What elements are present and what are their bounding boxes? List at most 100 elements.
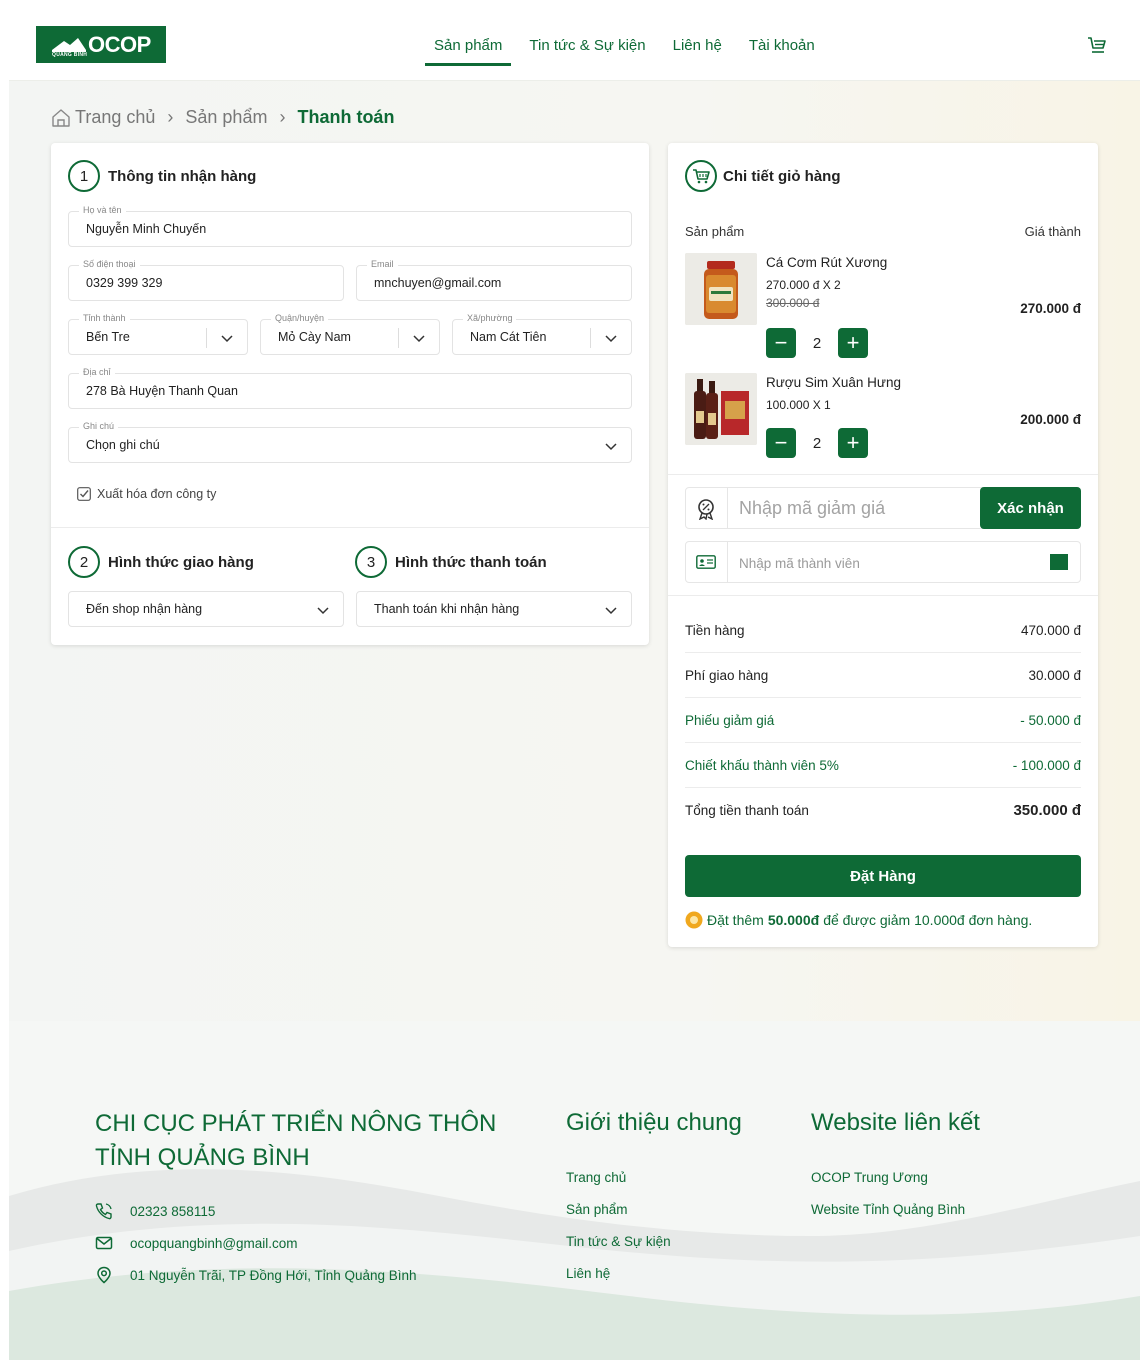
footer-intro-title: Giới thiệu chung bbox=[566, 1109, 742, 1136]
product-image-wine[interactable] bbox=[685, 373, 757, 445]
summary-label: Phiếu giảm giá bbox=[685, 712, 775, 728]
site-header: OCOP QUẢNG BÌNH Sản phẩm Tin tức & Sự ki… bbox=[9, 9, 1140, 81]
phone-field[interactable]: Số điện thoại 0329 399 329 bbox=[68, 259, 344, 301]
cart-icon[interactable] bbox=[1087, 35, 1107, 55]
phone-text: 02323 858115 bbox=[130, 1203, 216, 1219]
home-icon[interactable] bbox=[51, 108, 71, 128]
section-title: Hình thức giao hàng bbox=[108, 553, 254, 571]
logo-subtext: QUẢNG BÌNH bbox=[52, 52, 88, 58]
email-text: ocopquangbinh@gmail.com bbox=[130, 1235, 298, 1251]
field-value: Chọn ghi chú bbox=[86, 438, 160, 452]
coupon-input[interactable] bbox=[739, 496, 969, 520]
address-text: 01 Nguyễn Trãi, TP Đồng Hới, Tỉnh Quảng … bbox=[130, 1267, 417, 1283]
product-image-fish[interactable] bbox=[685, 253, 757, 325]
delivery-select[interactable]: Đến shop nhận hàng bbox=[68, 591, 344, 627]
input-divider bbox=[727, 542, 728, 582]
nav-san-pham[interactable]: Sản phẩm bbox=[425, 31, 512, 66]
quantity-stepper: − 2 + bbox=[766, 328, 868, 358]
field-label: Ghi chú bbox=[79, 421, 119, 431]
chevron-right-icon: › bbox=[279, 107, 286, 127]
step-number: 2 bbox=[68, 546, 100, 578]
product-line-total: 270.000 đ bbox=[1020, 301, 1081, 316]
checkbox-checked-icon[interactable] bbox=[77, 487, 91, 501]
footer-address: 01 Nguyễn Trãi, TP Đồng Hới, Tỉnh Quảng … bbox=[95, 1266, 417, 1284]
decrease-button[interactable]: − bbox=[766, 328, 796, 358]
field-label: Số điện thoại bbox=[79, 259, 140, 269]
nav-tin-tuc[interactable]: Tin tức & Sự kiện bbox=[520, 31, 654, 66]
footer-link-contact[interactable]: Liên hệ bbox=[566, 1266, 610, 1281]
place-order-button[interactable]: Đặt Hàng bbox=[685, 855, 1081, 897]
payment-select[interactable]: Thanh toán khi nhận hàng bbox=[356, 591, 632, 627]
chevron-down-icon bbox=[413, 335, 425, 343]
col-price: Giá thành bbox=[1024, 224, 1081, 239]
breadcrumb-current: Thanh toán bbox=[297, 107, 395, 127]
field-label: Quận/huyện bbox=[271, 313, 329, 323]
email-field[interactable]: Email mnchuyen@gmail.com bbox=[356, 259, 632, 301]
summary-value: 30.000 đ bbox=[1028, 667, 1081, 683]
org-line-1: CHI CỤC PHÁT TRIỂN NÔNG THÔN bbox=[95, 1110, 497, 1137]
nav-lien-he[interactable]: Liên hệ bbox=[664, 31, 731, 66]
main-nav: Sản phẩm Tin tức & Sự kiện Liên hệ Tài k… bbox=[425, 31, 833, 66]
summary-row-member-discount: Chiết khấu thành viên 5% - 100.000 đ bbox=[685, 743, 1081, 788]
field-value: Nguyễn Minh Chuyến bbox=[86, 222, 207, 236]
footer-link-ocop-central[interactable]: OCOP Trung Ương bbox=[811, 1170, 928, 1185]
breadcrumb-products[interactable]: Sản phẩm bbox=[185, 107, 267, 128]
send-icon[interactable] bbox=[1050, 554, 1068, 570]
footer-email[interactable]: ocopquangbinh@gmail.com bbox=[95, 1234, 298, 1252]
mail-icon bbox=[95, 1236, 113, 1250]
footer-link-products[interactable]: Sản phẩm bbox=[566, 1202, 628, 1217]
select-divider bbox=[590, 328, 591, 348]
apply-coupon-button[interactable]: Xác nhận bbox=[980, 487, 1081, 529]
note-select[interactable]: Ghi chú Chọn ghi chú bbox=[68, 421, 632, 463]
org-line-2: TỈNH QUẢNG BÌNH bbox=[95, 1144, 310, 1171]
section-divider bbox=[668, 595, 1098, 596]
cart-circle-icon bbox=[685, 160, 717, 192]
field-value: 0329 399 329 bbox=[86, 276, 163, 290]
quantity-value: 2 bbox=[812, 334, 822, 352]
product-qty-line: 270.000 đ X 2 bbox=[766, 278, 841, 292]
nav-tai-khoan[interactable]: Tài khoản bbox=[740, 31, 824, 66]
field-value: Thanh toán khi nhận hàng bbox=[374, 602, 520, 616]
invoice-checkbox[interactable]: Xuất hóa đơn công ty bbox=[77, 487, 216, 501]
product-line-total: 200.000 đ bbox=[1020, 412, 1081, 427]
breadcrumb: Trang chủ › Sản phẩm › Thanh toán bbox=[51, 107, 394, 128]
increase-button[interactable]: + bbox=[838, 428, 868, 458]
ocop-logo[interactable]: OCOP QUẢNG BÌNH bbox=[36, 26, 166, 63]
field-value: Nam Cát Tiên bbox=[470, 330, 547, 344]
address-field[interactable]: Địa chỉ 278 Bà Huyện Thanh Quan bbox=[68, 367, 632, 409]
footer-link-province-site[interactable]: Website Tỉnh Quảng Bình bbox=[811, 1202, 965, 1217]
select-divider bbox=[398, 328, 399, 348]
product-name: Rượu Sim Xuân Hưng bbox=[766, 375, 901, 390]
section-title: Thông tin nhận hàng bbox=[108, 167, 257, 185]
footer-link-news[interactable]: Tin tức & Sự kiện bbox=[566, 1234, 671, 1249]
summary-value: - 50.000 đ bbox=[1020, 712, 1081, 728]
name-field[interactable]: Họ và tên Nguyễn Minh Chuyến bbox=[68, 205, 632, 247]
step-number: 3 bbox=[355, 546, 387, 578]
decrease-button[interactable]: − bbox=[766, 428, 796, 458]
footer-link-home[interactable]: Trang chủ bbox=[566, 1170, 626, 1185]
section-title: Hình thức thanh toán bbox=[395, 553, 547, 571]
coupon-box: Xác nhận bbox=[685, 487, 1081, 529]
quantity-stepper: − 2 + bbox=[766, 428, 868, 458]
section-divider bbox=[668, 474, 1098, 475]
ward-select[interactable]: Xã/phường Nam Cát Tiên bbox=[452, 313, 632, 355]
increase-button[interactable]: + bbox=[838, 328, 868, 358]
footer-phone[interactable]: 02323 858115 bbox=[95, 1202, 215, 1220]
district-select[interactable]: Quận/huyện Mỏ Cày Nam bbox=[260, 313, 440, 355]
field-value: mnchuyen@gmail.com bbox=[374, 276, 502, 290]
field-value: Đến shop nhận hàng bbox=[86, 602, 203, 616]
promo-amount: 50.000đ bbox=[767, 912, 820, 928]
cart-item: Rượu Sim Xuân Hưng 100.000 X 1 200.000 đ… bbox=[685, 373, 1081, 463]
field-value: Mỏ Cày Nam bbox=[278, 330, 351, 344]
breadcrumb-home[interactable]: Trang chủ bbox=[75, 107, 155, 128]
delivery-heading: 2 Hình thức giao hàng bbox=[68, 546, 254, 578]
sun-badge-icon bbox=[685, 911, 703, 929]
shipping-form-card: 1 Thông tin nhận hàng Họ và tên Nguyễn M… bbox=[51, 143, 649, 645]
field-label: Xã/phường bbox=[463, 313, 517, 323]
summary-value: 350.000 đ bbox=[1013, 802, 1081, 819]
province-select[interactable]: Tỉnh thành Bến Tre bbox=[68, 313, 248, 355]
summary-label: Chiết khấu thành viên 5% bbox=[685, 757, 839, 773]
product-old-price: 300.000 đ bbox=[766, 296, 820, 310]
member-code-input[interactable] bbox=[739, 554, 989, 572]
promo-post: để được giảm 10.000đ đơn hàng. bbox=[823, 912, 1033, 928]
